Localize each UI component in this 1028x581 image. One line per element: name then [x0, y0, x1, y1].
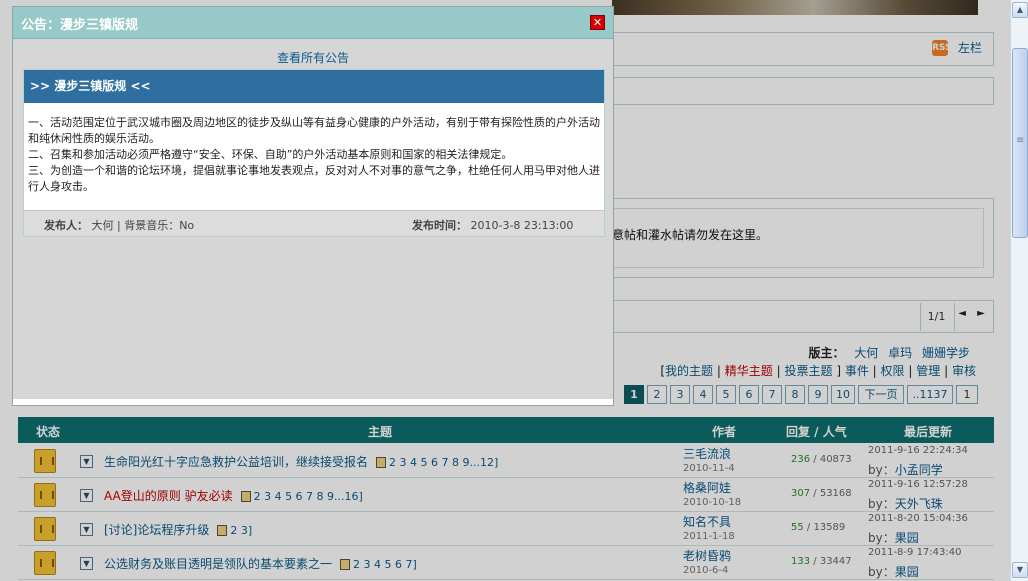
dialog-header: 公告：漫步三镇版规 ✕ [13, 7, 613, 39]
publish-time-info: 发布时间： 2010-3-8 23:13:00 [412, 217, 573, 233]
scroll-up-icon[interactable]: ▲ [1012, 2, 1028, 18]
publisher-value: 大何 | 背景音乐：No [91, 219, 195, 232]
rule-line: 三、为创造一个和谐的论坛环境，提倡就事论事地发表观点，反对对人不对事的意气之争，… [28, 164, 600, 193]
publisher-info: 发布人： 大何 | 背景音乐：No [44, 217, 194, 233]
announcement-dialog: 公告：漫步三镇版规 ✕ 查看所有公告 >> 漫步三镇版规 << 一、活动范围定位… [12, 6, 614, 406]
publisher-label: 发布人： [44, 219, 88, 232]
rule-line: 一、活动范围定位于武汉城市圈及周边地区的徒步及纵山等有益身心健康的户外活动，有别… [28, 116, 600, 145]
dialog-title: 公告：漫步三镇版规 [21, 18, 139, 33]
announcement-title: >> 漫步三镇版规 << [24, 70, 604, 103]
vertical-scrollbar[interactable]: ▲ ▼ [1010, 0, 1028, 581]
announcement-body: 一、活动范围定位于武汉城市圈及周边地区的徒步及纵山等有益身心健康的户外活动，有别… [24, 103, 604, 195]
scroll-thumb[interactable] [1012, 48, 1028, 238]
publish-time-value: 2010-3-8 23:13:00 [470, 219, 574, 232]
close-icon[interactable]: ✕ [590, 15, 605, 30]
view-all-announcements-link[interactable]: 查看所有公告 [13, 49, 613, 66]
announcement-footer: 发布人： 大何 | 背景音乐：No 发布时间： 2010-3-8 23:13:0… [24, 210, 604, 236]
announcement-panel: >> 漫步三镇版规 << 一、活动范围定位于武汉城市圈及周边地区的徒步及纵山等有… [23, 69, 605, 237]
rule-line: 二、召集和参加活动必须严格遵守“安全、环保、自助”的户外活动基本原则和国家的相关… [28, 148, 513, 161]
dialog-bottom-edge [13, 399, 613, 405]
scroll-down-icon[interactable]: ▼ [1012, 562, 1028, 578]
publish-time-label: 发布时间： [412, 219, 467, 232]
